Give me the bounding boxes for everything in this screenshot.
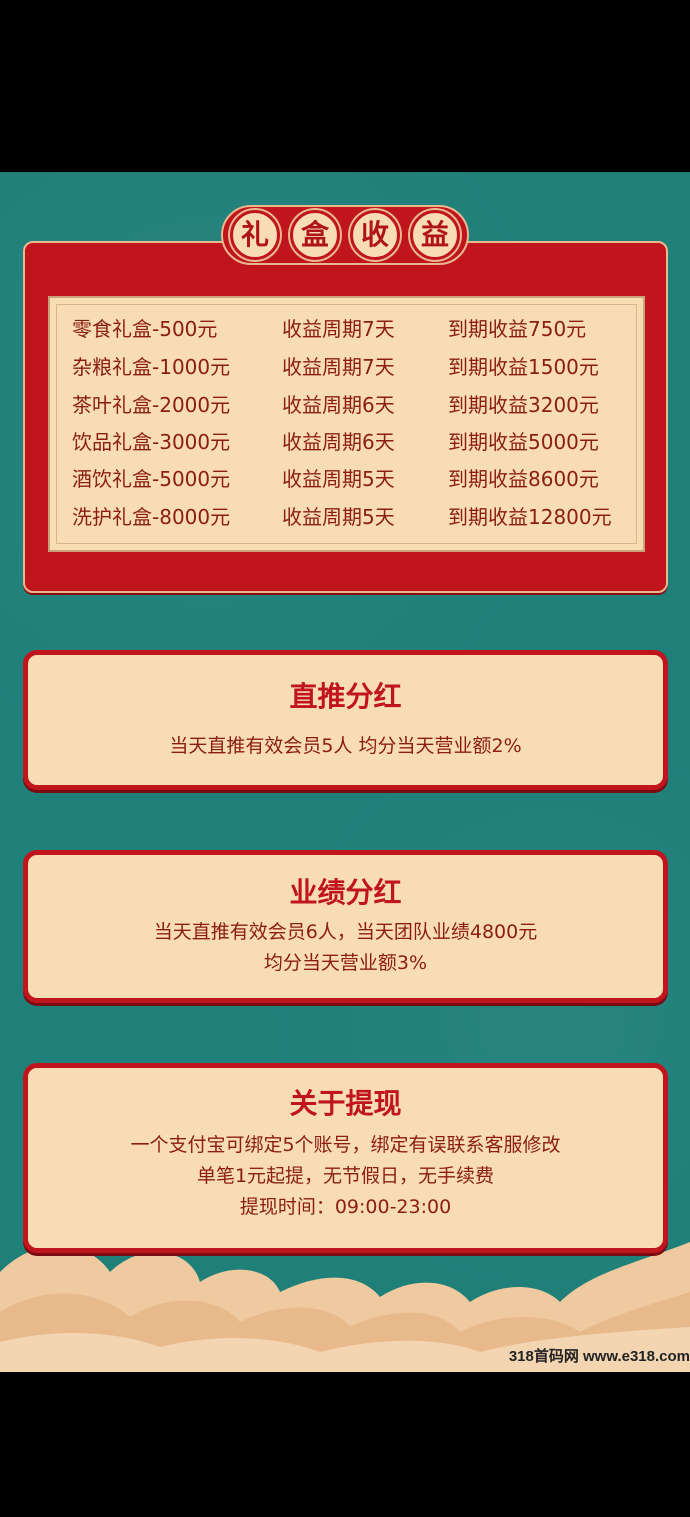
performance-dividend-line-2: 均分当天营业额3% [263, 952, 428, 974]
box-return: 到期收益5000元 [448, 430, 599, 454]
box-return: 到期收益12800元 [448, 505, 612, 529]
box-return: 到期收益750元 [448, 317, 587, 341]
box-name: 杂粮礼盒-1000元 [72, 355, 231, 379]
box-period: 收益周期7天 [282, 355, 395, 379]
box-period: 收益周期5天 [282, 467, 395, 491]
title-char-2: 盒 [290, 210, 340, 260]
box-name: 饮品礼盒-3000元 [72, 430, 231, 454]
title-char-1: 礼 [230, 210, 280, 260]
box-name: 酒饮礼盒-5000元 [72, 467, 231, 491]
box-name: 零食礼盒-500元 [72, 317, 218, 341]
table-row: 饮品礼盒-3000元 收益周期6天 到期收益5000元 [50, 423, 643, 461]
box-return: 到期收益1500元 [448, 355, 599, 379]
box-name: 茶叶礼盒-2000元 [72, 393, 231, 417]
table-row: 杂粮礼盒-1000元 收益周期7天 到期收益1500元 [50, 348, 643, 386]
performance-dividend-title: 业绩分红 [289, 876, 402, 909]
title-char-3: 收 [350, 210, 400, 260]
box-return: 到期收益8600元 [448, 467, 599, 491]
performance-dividend-line-1: 当天直推有效会员6人，当天团队业绩4800元 [153, 921, 538, 943]
direct-dividend-title: 直推分红 [289, 680, 402, 713]
box-period: 收益周期7天 [282, 317, 395, 341]
table-row: 酒饮礼盒-5000元 收益周期5天 到期收益8600元 [50, 460, 643, 498]
withdrawal-card: 关于提现 一个支付宝可绑定5个账号，绑定有误联系客服修改 单笔1元起提，无节假日… [23, 1063, 668, 1253]
site-watermark: 318首码网 www.e318.com [508, 1348, 690, 1365]
table-row: 洗护礼盒-8000元 收益周期5天 到期收益12800元 [50, 498, 643, 536]
table-row: 茶叶礼盒-2000元 收益周期6天 到期收益3200元 [50, 386, 643, 424]
direct-dividend-line: 当天直推有效会员5人 均分当天营业额2% [169, 735, 522, 757]
box-period: 收益周期6天 [282, 393, 395, 417]
withdrawal-line-1: 一个支付宝可绑定5个账号，绑定有误联系客服修改 [130, 1134, 561, 1156]
performance-dividend-card: 业绩分红 当天直推有效会员6人，当天团队业绩4800元 均分当天营业额3% [23, 850, 668, 1003]
box-return: 到期收益3200元 [448, 393, 599, 417]
title-char-4: 益 [410, 210, 460, 260]
direct-dividend-card: 直推分红 当天直推有效会员5人 均分当天营业额2% [23, 650, 668, 790]
table-row: 零食礼盒-500元 收益周期7天 到期收益750元 [50, 310, 643, 348]
withdrawal-line-3: 提现时间：09:00-23:00 [239, 1196, 452, 1218]
withdrawal-title: 关于提现 [289, 1087, 402, 1120]
gift-box-table: 零食礼盒-500元 收益周期7天 到期收益750元 杂粮礼盒-1000元 收益周… [48, 296, 645, 552]
box-period: 收益周期6天 [282, 430, 395, 454]
box-name: 洗护礼盒-8000元 [72, 505, 231, 529]
withdrawal-line-2: 单笔1元起提，无节假日，无手续费 [196, 1165, 495, 1187]
box-period: 收益周期5天 [282, 505, 395, 529]
